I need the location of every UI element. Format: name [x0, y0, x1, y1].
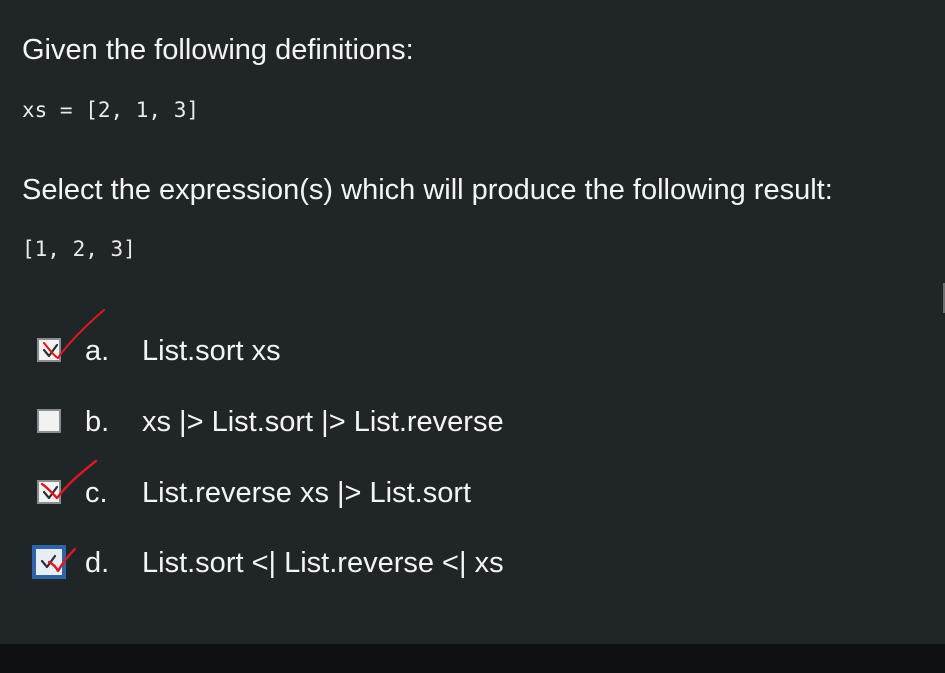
- option-c-text: List.reverse xs |> List.sort: [142, 477, 472, 509]
- option-c-row[interactable]: c. List.reverse xs |> List.sort: [37, 459, 887, 521]
- option-b-row[interactable]: b. xs |> List.sort |> List.reverse: [37, 396, 887, 450]
- option-d-letter: d.: [85, 547, 110, 579]
- option-a-row[interactable]: a. List.sort xs: [37, 308, 887, 379]
- definition-code: xs = [2, 1, 3]: [22, 98, 200, 122]
- option-d-text: List.sort <| List.reverse <| xs: [142, 547, 504, 579]
- expected-result-code: [1, 2, 3]: [22, 237, 136, 261]
- answer-options: a. List.sort xs b. xs |> List.sort |> Li…: [32, 308, 897, 610]
- option-b-text: xs |> List.sort |> List.reverse: [142, 406, 504, 438]
- option-b-letter: b.: [85, 406, 110, 438]
- option-b-checkbox[interactable]: [37, 409, 61, 433]
- bottom-dark-bar: [0, 644, 945, 673]
- option-a-letter: a.: [85, 335, 110, 367]
- option-c-letter: c.: [85, 477, 108, 509]
- red-handwritten-check-icon: [47, 547, 77, 573]
- option-d-row[interactable]: d. List.sort <| List.reverse <| xs: [32, 537, 887, 591]
- selection-instruction: Select the expression(s) which will prod…: [22, 174, 833, 206]
- quiz-question-panel: Given the following definitions: xs = [2…: [0, 0, 945, 644]
- option-a-text: List.sort xs: [142, 335, 281, 367]
- definitions-prompt: Given the following definitions:: [22, 34, 414, 66]
